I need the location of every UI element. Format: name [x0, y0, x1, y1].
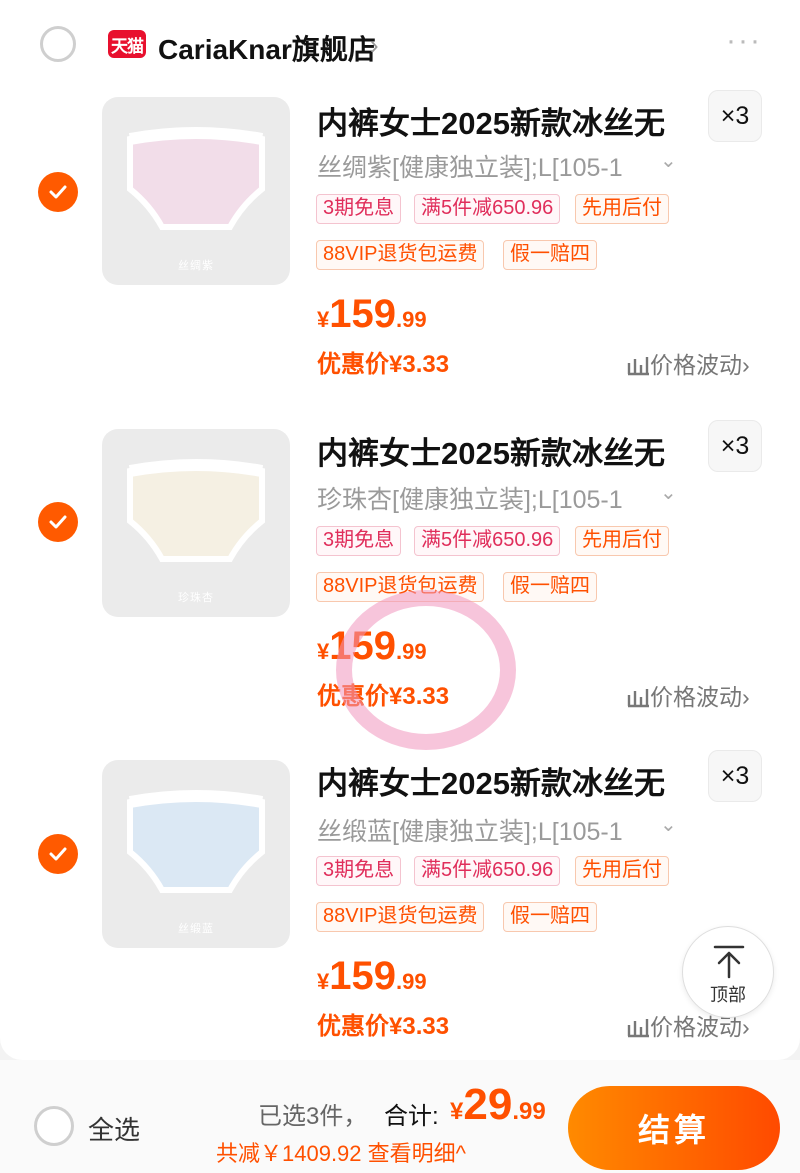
- price-symbol: ¥: [317, 969, 330, 994]
- price-trend-label: 价格波动: [650, 684, 742, 710]
- price-decimal: .99: [396, 969, 427, 994]
- item-checkbox-checked[interactable]: [38, 172, 78, 212]
- price-integer: 159: [329, 954, 396, 998]
- promo-price: 优惠价¥3.33: [317, 351, 450, 378]
- item-checkbox-checked[interactable]: [38, 502, 78, 542]
- price-symbol: ¥: [317, 307, 330, 332]
- tag-installment: 3期免息: [316, 526, 402, 556]
- store-name[interactable]: CariaKnar旗舰店: [158, 28, 376, 68]
- cart-store-card: 天猫 CariaKnar旗舰店 › ··· 丝绸紫 内裤女士2025新款冰丝无 …: [0, 0, 800, 1060]
- back-to-top-label: 顶部: [710, 985, 746, 1005]
- cart-item: 丝缎蓝 内裤女士2025新款冰丝无 ×3 丝缎蓝[健康独立装];L[105-1 …: [0, 750, 800, 1080]
- price-decimal: .99: [396, 307, 427, 332]
- more-icon[interactable]: ···: [726, 24, 762, 58]
- price-decimal: .99: [396, 639, 427, 664]
- quantity-button[interactable]: ×3: [708, 90, 762, 142]
- quantity-button[interactable]: ×3: [708, 750, 762, 802]
- checkmark-icon: [49, 185, 67, 199]
- tag-pay-later: 先用后付: [575, 856, 669, 886]
- cart-item: 珍珠杏 内裤女士2025新款冰丝无 ×3 珍珠杏[健康独立装];L[105-1 …: [0, 420, 800, 750]
- thumbnail-color-label: 丝绸紫: [178, 260, 214, 272]
- store-header: 天猫 CariaKnar旗舰店 › ···: [0, 0, 800, 90]
- price-trend-link[interactable]: 价格波动›: [626, 678, 750, 712]
- price-integer: 159: [329, 624, 396, 668]
- tag-guarantee: 假一赔四: [503, 240, 597, 270]
- tag-guarantee: 假一赔四: [503, 902, 597, 932]
- product-title[interactable]: 内裤女士2025新款冰丝无: [317, 758, 665, 803]
- product-title[interactable]: 内裤女士2025新款冰丝无: [317, 428, 665, 473]
- product-price: ¥159.99: [317, 954, 427, 999]
- chevron-down-icon[interactable]: ⌄: [660, 148, 677, 173]
- tag-discount: 满5件减650.96: [414, 856, 561, 886]
- price-trend-link[interactable]: 价格波动›: [626, 346, 750, 380]
- product-price: ¥159.99: [317, 624, 427, 669]
- chevron-right-icon: ›: [742, 352, 750, 378]
- product-price: ¥159.99: [317, 292, 427, 337]
- promo-price: 优惠价¥3.33: [317, 1013, 450, 1040]
- sku-selector[interactable]: 珍珠杏[健康独立装];L[105-1: [317, 480, 623, 516]
- price-symbol: ¥: [317, 639, 330, 664]
- tag-pay-later: 先用后付: [575, 526, 669, 556]
- store-select-radio[interactable]: [40, 26, 76, 62]
- select-all-radio[interactable]: [34, 1106, 74, 1146]
- tag-88vip: 88VIP退货包运费: [316, 572, 485, 602]
- price-chart-icon: [627, 1019, 649, 1038]
- cart-item: 丝绸紫 内裤女士2025新款冰丝无 ×3 丝绸紫[健康独立装];L[105-1 …: [0, 90, 800, 420]
- tag-pay-later: 先用后付: [575, 194, 669, 224]
- checkout-button[interactable]: 结算: [568, 1086, 780, 1170]
- product-thumbnail[interactable]: 丝绸紫: [102, 97, 290, 285]
- tag-installment: 3期免息: [316, 194, 402, 224]
- tag-installment: 3期免息: [316, 856, 402, 886]
- checkmark-icon: [49, 847, 67, 861]
- tag-88vip: 88VIP退货包运费: [316, 902, 485, 932]
- total-integer: 29: [463, 1080, 513, 1129]
- sku-selector[interactable]: 丝绸紫[健康独立装];L[105-1: [317, 148, 623, 184]
- product-thumbnail[interactable]: 丝缎蓝: [102, 760, 290, 948]
- total-decimal: .99: [512, 1098, 546, 1125]
- price-chart-icon: [627, 357, 649, 376]
- price-integer: 159: [329, 292, 396, 336]
- back-to-top-button[interactable]: 顶部: [682, 926, 774, 1018]
- select-all-label[interactable]: 全选: [88, 1110, 140, 1147]
- chevron-right-icon: ›: [742, 1014, 750, 1040]
- product-title[interactable]: 内裤女士2025新款冰丝无: [317, 98, 665, 143]
- quantity-button[interactable]: ×3: [708, 420, 762, 472]
- price-trend-label: 价格波动: [650, 352, 742, 378]
- discount-detail-link[interactable]: 共减￥1409.92 查看明细^: [216, 1136, 466, 1168]
- thumbnail-color-label: 丝缎蓝: [178, 923, 214, 935]
- item-checkbox-checked[interactable]: [38, 834, 78, 874]
- checkmark-icon: [49, 515, 67, 529]
- tag-guarantee: 假一赔四: [503, 572, 597, 602]
- total-price: ¥29.99: [450, 1080, 546, 1130]
- selected-count: 已选3件，: [258, 1103, 368, 1130]
- total-symbol: ¥: [450, 1098, 464, 1125]
- chevron-down-icon[interactable]: ⌄: [660, 480, 677, 505]
- chevron-right-icon: ›: [742, 684, 750, 710]
- arrow-up-icon: [713, 945, 745, 979]
- chevron-down-icon[interactable]: ⌄: [660, 812, 677, 837]
- promo-price: 优惠价¥3.33: [317, 683, 450, 710]
- tag-88vip: 88VIP退货包运费: [316, 240, 485, 270]
- tag-discount: 满5件减650.96: [414, 526, 561, 556]
- total-label: 合计:: [384, 1103, 439, 1130]
- tmall-logo-icon: 天猫: [108, 30, 146, 58]
- price-chart-icon: [627, 689, 649, 708]
- thumbnail-color-label: 珍珠杏: [178, 592, 214, 604]
- tag-discount: 满5件减650.96: [414, 194, 561, 224]
- chevron-right-icon[interactable]: ›: [370, 30, 379, 61]
- sku-selector[interactable]: 丝缎蓝[健康独立装];L[105-1: [317, 812, 623, 848]
- product-thumbnail[interactable]: 珍珠杏: [102, 429, 290, 617]
